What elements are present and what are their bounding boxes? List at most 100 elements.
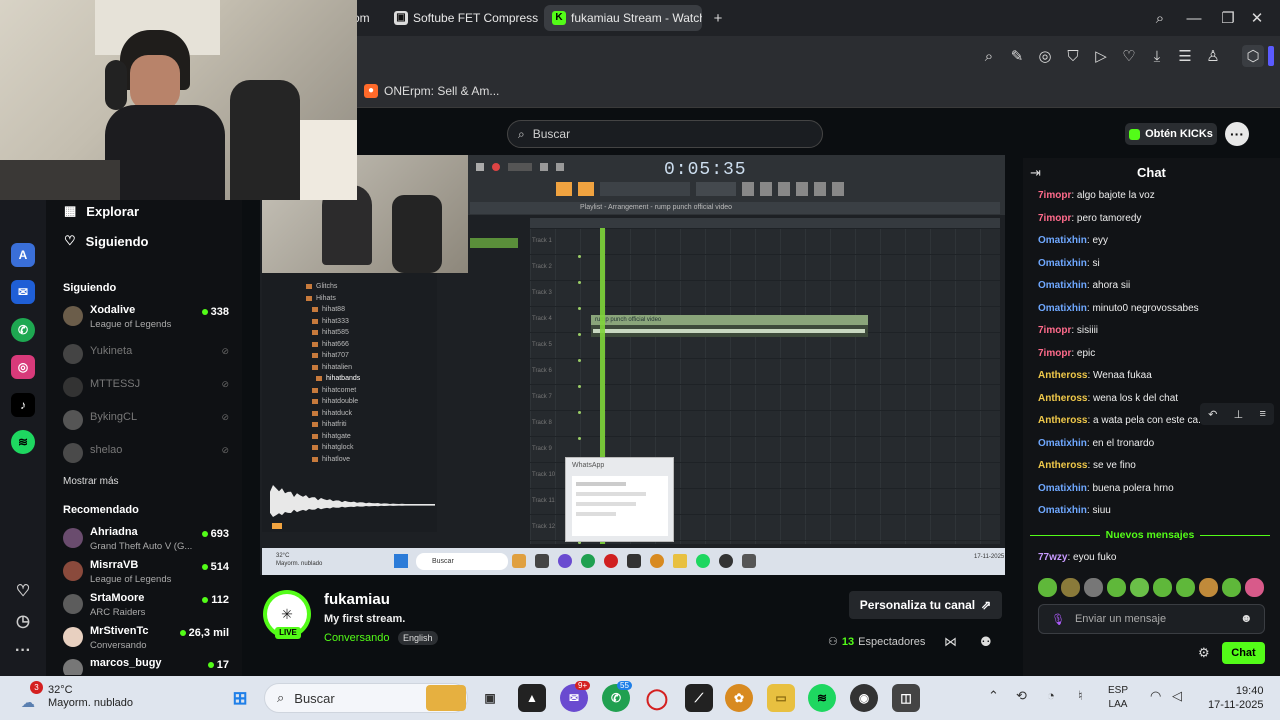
- emote-icon[interactable]: [1199, 578, 1218, 597]
- browser-item[interactable]: hihat585: [312, 329, 349, 336]
- browser-item[interactable]: hihatglock: [312, 444, 354, 451]
- send-chat-button[interactable]: Chat: [1222, 642, 1265, 664]
- bookmark-onerpm[interactable]: ● ONErpm: Sell & Am...: [364, 84, 499, 98]
- recommended-channel-srtamoore[interactable]: SrtaMoore ARC Raiders 112: [63, 590, 233, 620]
- browser-item[interactable]: hihat707: [312, 352, 349, 359]
- spotify-taskbar-icon[interactable]: ≋: [808, 684, 836, 712]
- mic-icon[interactable]: 🎙: [1051, 613, 1065, 626]
- emote-icon[interactable]: [1061, 578, 1080, 597]
- recommended-channel-misrravb[interactable]: MisrraVB League of Legends 514: [63, 557, 233, 587]
- extensions-icon[interactable]: ⬡: [1242, 45, 1264, 67]
- channel-name[interactable]: fukamiau: [324, 591, 390, 608]
- emote-icon[interactable]: [1038, 578, 1057, 597]
- language-tag[interactable]: English: [398, 631, 438, 645]
- app-window-icon[interactable]: ◫: [892, 684, 920, 712]
- file-explorer-icon[interactable]: ▭: [767, 684, 795, 712]
- following-channel-mttessj[interactable]: MTTESSJ ⊘: [63, 373, 233, 403]
- emote-icon[interactable]: [1153, 578, 1172, 597]
- emote-icon[interactable]: [1107, 578, 1126, 597]
- capcut-icon[interactable]: ⟋: [685, 684, 713, 712]
- whatsapp-icon[interactable]: ✆: [11, 318, 35, 342]
- share-icon[interactable]: ⋈: [944, 634, 957, 650]
- browser-item[interactable]: hihatalien: [312, 364, 352, 371]
- windows-start-icon[interactable]: ⊞: [226, 684, 254, 712]
- emote-icon[interactable]: [1130, 578, 1149, 597]
- wifi-icon[interactable]: ◠: [1150, 688, 1161, 704]
- chat-username[interactable]: 7imopr: [1038, 190, 1071, 201]
- browser-item[interactable]: hihatdouble: [312, 398, 358, 405]
- search-icon[interactable]: ⌕: [1149, 7, 1171, 29]
- chat-username[interactable]: Antheross: [1038, 370, 1087, 381]
- spotify-icon[interactable]: ≋: [11, 430, 35, 454]
- app-icon[interactable]: ▲: [518, 684, 546, 712]
- network-app-icon[interactable]: ◔: [1047, 688, 1055, 703]
- messenger-icon[interactable]: ✉: [11, 280, 35, 304]
- track-mute-dot[interactable]: [578, 333, 581, 336]
- chat-username[interactable]: 7imopr: [1038, 213, 1071, 224]
- browser-item[interactable]: Hihats: [306, 295, 336, 302]
- chat-username[interactable]: Omatixhin: [1038, 235, 1087, 246]
- favorites-icon[interactable]: ♡: [11, 579, 35, 603]
- message-menu-icon[interactable]: ≡: [1259, 408, 1265, 420]
- reply-icon[interactable]: ↶: [1208, 408, 1217, 421]
- tab-fukamiau-stream[interactable]: K fukamiau Stream - Watch: [544, 5, 702, 31]
- task-view-icon[interactable]: ▣: [476, 684, 504, 712]
- profile-icon[interactable]: ♙: [1202, 45, 1224, 67]
- browser-item[interactable]: hihatlove: [312, 456, 350, 463]
- tab-softube[interactable]: ▣ Softube FET Compressor: [386, 5, 538, 31]
- chat-username[interactable]: Omatixhin: [1038, 303, 1087, 314]
- settings-icon[interactable]: ⚙: [1198, 645, 1210, 661]
- chat-username[interactable]: Omatixhin: [1038, 483, 1087, 494]
- download-icon[interactable]: ⤓: [1146, 45, 1168, 67]
- emote-icon[interactable]: [1176, 578, 1195, 597]
- track-mute-dot[interactable]: [578, 437, 581, 440]
- close-icon[interactable]: ✕: [1246, 7, 1268, 29]
- chat-username[interactable]: Omatixhin: [1038, 438, 1087, 449]
- new-messages-divider[interactable]: Nuevos mensajes: [1030, 528, 1270, 542]
- pin-icon[interactable]: ⊥: [1234, 408, 1244, 421]
- browser-item[interactable]: hihat666: [312, 341, 349, 348]
- follow-icon[interactable]: ⚉: [980, 634, 992, 650]
- chat-username[interactable]: Antheross: [1038, 415, 1087, 426]
- chat-input[interactable]: 🎙 Enviar un mensaje: [1038, 604, 1265, 634]
- chat-username[interactable]: 7imopr: [1038, 325, 1071, 336]
- send-icon[interactable]: ▷: [1090, 45, 1112, 67]
- browser-item[interactable]: hihatcomet: [312, 387, 356, 394]
- tiktok-icon[interactable]: ♪: [11, 393, 35, 417]
- browser-item[interactable]: hihatgate: [312, 433, 351, 440]
- emoji-icon[interactable]: ☻: [1240, 611, 1253, 625]
- site-search-input[interactable]: ⌕ Buscar: [507, 120, 823, 148]
- history-icon[interactable]: ◷: [11, 609, 35, 633]
- following-channel-yukineta[interactable]: Yukineta ⊘: [63, 340, 233, 370]
- heart-icon[interactable]: ♡: [1118, 45, 1140, 67]
- weather-widget[interactable]: 3 32°C Mayorm. nublado: [18, 681, 133, 710]
- chat-username[interactable]: Antheross: [1038, 460, 1087, 471]
- chat-username[interactable]: 7imopr: [1038, 348, 1071, 359]
- following-channel-shelao[interactable]: shelao ⊘: [63, 439, 233, 469]
- emote-icon[interactable]: [1222, 578, 1241, 597]
- chat-username[interactable]: 77wzy: [1038, 552, 1067, 563]
- following-channel-bykingcl[interactable]: BykingCL ⊘: [63, 406, 233, 436]
- browser-item[interactable]: hihat88: [312, 306, 345, 313]
- emote-icon[interactable]: [1245, 578, 1264, 597]
- volume-icon[interactable]: ◁: [1172, 688, 1182, 704]
- track-mute-dot[interactable]: [578, 281, 581, 284]
- track-mute-dot[interactable]: [578, 255, 581, 258]
- sync-icon[interactable]: ⟲: [1016, 688, 1027, 704]
- stream-category[interactable]: Conversando: [324, 632, 389, 644]
- chat-username[interactable]: Omatixhin: [1038, 505, 1087, 516]
- nav-following[interactable]: ♡ Siguiendo: [64, 233, 149, 249]
- new-tab-icon[interactable]: +: [707, 7, 729, 29]
- recommended-channel-marcos-bugy[interactable]: marcos_bugy 17: [63, 655, 233, 675]
- show-hidden-icons[interactable]: ⌃: [988, 688, 999, 704]
- microphone-icon[interactable]: ♮: [1078, 688, 1083, 704]
- chat-username[interactable]: Omatixhin: [1038, 258, 1087, 269]
- recommended-channel-ahriadna[interactable]: Ahriadna Grand Theft Auto V (G... 693: [63, 524, 233, 554]
- menu-icon[interactable]: ☰: [1174, 45, 1196, 67]
- browser-item[interactable]: hihatduck: [312, 410, 352, 417]
- arc-icon[interactable]: A: [11, 243, 35, 267]
- restore-icon[interactable]: ❐: [1217, 7, 1239, 29]
- edit-icon[interactable]: ✎: [1006, 45, 1028, 67]
- following-channel-xodalive[interactable]: Xodalive League of Legends 338: [63, 302, 233, 332]
- show-more-link[interactable]: Mostrar más: [63, 476, 119, 487]
